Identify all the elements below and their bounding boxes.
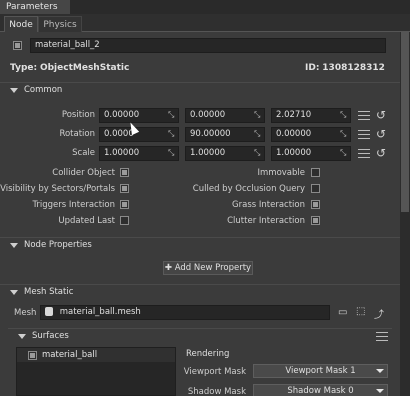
reset-icon[interactable]: ↺ xyxy=(376,109,386,121)
clutter-interaction-label: Clutter Interaction xyxy=(227,216,305,226)
add-new-property-button[interactable]: ✚ Add New Property xyxy=(163,261,253,275)
surfaces-section-title: Surfaces xyxy=(32,331,69,341)
tab-node[interactable]: Node xyxy=(4,16,38,32)
grass-interaction-checkbox[interactable] xyxy=(311,200,320,209)
collider-object-label: Collider Object xyxy=(52,168,115,178)
drag-arrows-icon[interactable]: ⤡ xyxy=(340,110,346,120)
mesh-static-section-title: Mesh Static xyxy=(24,287,74,297)
immovable-label: Immovable xyxy=(257,168,306,178)
visibility-sectors-checkbox[interactable] xyxy=(120,184,129,193)
node-name-field[interactable]: material_ball_2 xyxy=(30,38,386,53)
collider-object-checkbox[interactable] xyxy=(120,168,129,177)
reset-icon[interactable]: ↺ xyxy=(376,147,386,159)
rotation-x-field[interactable]: 0.0000 xyxy=(99,127,179,142)
common-section-title: Common xyxy=(24,85,63,95)
type-label: Type: xyxy=(10,63,38,73)
mesh-path-value: material_ball.mesh xyxy=(59,307,141,317)
surface-checkbox[interactable] xyxy=(28,351,37,360)
culled-occlusion-checkbox[interactable] xyxy=(311,184,320,193)
expand-triangle-icon[interactable] xyxy=(10,243,18,248)
position-x-field[interactable]: 0.00000 xyxy=(99,108,179,123)
menu-icon[interactable] xyxy=(376,332,388,341)
shadow-mask-dropdown[interactable]: Shadow Mask 0 xyxy=(253,384,388,396)
viewport-mask-dropdown[interactable]: Viewport Mask 1 xyxy=(253,364,388,378)
immovable-checkbox[interactable] xyxy=(311,168,320,177)
menu-icon[interactable] xyxy=(358,149,370,158)
tab-physics[interactable]: Physics xyxy=(38,16,82,32)
menu-icon[interactable] xyxy=(358,111,370,120)
rotation-y-field[interactable]: 90.00000 xyxy=(185,127,265,142)
drag-arrows-icon[interactable]: ⤡ xyxy=(254,129,260,139)
mesh-path-field[interactable]: material_ball.mesh xyxy=(40,305,330,320)
add-property-icon: ✚ xyxy=(164,263,173,273)
position-z-field[interactable]: 2.02710 xyxy=(271,108,351,123)
drag-arrows-icon[interactable]: ⤡ xyxy=(254,148,260,158)
viewport-mask-label: Viewport Mask xyxy=(183,367,246,377)
triggers-interaction-label: Triggers Interaction xyxy=(32,200,115,210)
viewport-mask-value: Viewport Mask 1 xyxy=(285,366,356,376)
visibility-sectors-label: Visibility by Sectors/Portals xyxy=(0,184,115,194)
id-value: 1308128312 xyxy=(322,63,385,73)
surface-item-label[interactable]: material_ball xyxy=(42,350,97,360)
chevron-down-icon[interactable] xyxy=(376,369,384,373)
node-type-row: Type: ObjectMeshStatic xyxy=(10,63,129,73)
shadow-mask-value: Shadow Mask 0 xyxy=(287,386,354,396)
node-enabled-checkbox[interactable] xyxy=(13,41,22,50)
drag-arrows-icon[interactable]: ⤡ xyxy=(168,148,174,158)
reset-icon[interactable]: ↺ xyxy=(376,128,386,140)
position-label: Position xyxy=(61,110,95,120)
position-y-field[interactable]: 0.00000 xyxy=(185,108,265,123)
chevron-down-icon[interactable] xyxy=(376,389,384,393)
export-icon[interactable]: ⤴ xyxy=(374,306,384,321)
expand-triangle-icon[interactable] xyxy=(10,88,18,93)
drag-arrows-icon[interactable]: ⤡ xyxy=(340,148,346,158)
shadow-mask-label: Shadow Mask xyxy=(187,387,246,396)
node-properties-section-title: Node Properties xyxy=(24,240,92,250)
drag-arrows-icon[interactable]: ⤡ xyxy=(168,110,174,120)
grass-interaction-label: Grass Interaction xyxy=(232,200,305,210)
updated-last-label: Updated Last xyxy=(58,216,115,226)
scrollbar-thumb[interactable] xyxy=(401,32,409,212)
expand-triangle-icon[interactable] xyxy=(18,334,26,339)
triggers-interaction-checkbox[interactable] xyxy=(120,200,129,209)
mesh-file-icon xyxy=(45,307,53,316)
updated-last-checkbox[interactable] xyxy=(120,216,129,225)
drag-arrows-icon[interactable]: ⤡ xyxy=(168,129,174,139)
folder-icon[interactable]: ▭ xyxy=(338,307,347,318)
scale-z-field[interactable]: 1.00000 xyxy=(271,146,351,161)
scale-label: Scale xyxy=(72,148,95,158)
id-label: ID: xyxy=(305,63,320,73)
drag-arrows-icon[interactable]: ⤡ xyxy=(340,129,346,139)
add-new-property-label: Add New Property xyxy=(174,263,252,273)
scale-y-field[interactable]: 1.00000 xyxy=(185,146,265,161)
rendering-title: Rendering xyxy=(186,349,230,359)
expand-triangle-icon[interactable] xyxy=(10,290,18,295)
culled-occlusion-label: Culled by Occlusion Query xyxy=(192,184,305,194)
mesh-label: Mesh xyxy=(14,308,37,318)
rotation-z-field[interactable]: 0.00000 xyxy=(271,127,351,142)
node-id-row: ID: 1308128312 xyxy=(305,63,385,73)
panel-title[interactable]: Parameters xyxy=(0,0,70,14)
menu-icon[interactable] xyxy=(358,130,370,139)
drag-arrows-icon[interactable]: ⤡ xyxy=(254,110,260,120)
pick-icon[interactable]: ⬚ xyxy=(356,306,365,317)
clutter-interaction-checkbox[interactable] xyxy=(311,216,320,225)
type-value: ObjectMeshStatic xyxy=(39,63,130,73)
scale-x-field[interactable]: 1.00000 xyxy=(99,146,179,161)
rotation-label: Rotation xyxy=(59,129,95,139)
